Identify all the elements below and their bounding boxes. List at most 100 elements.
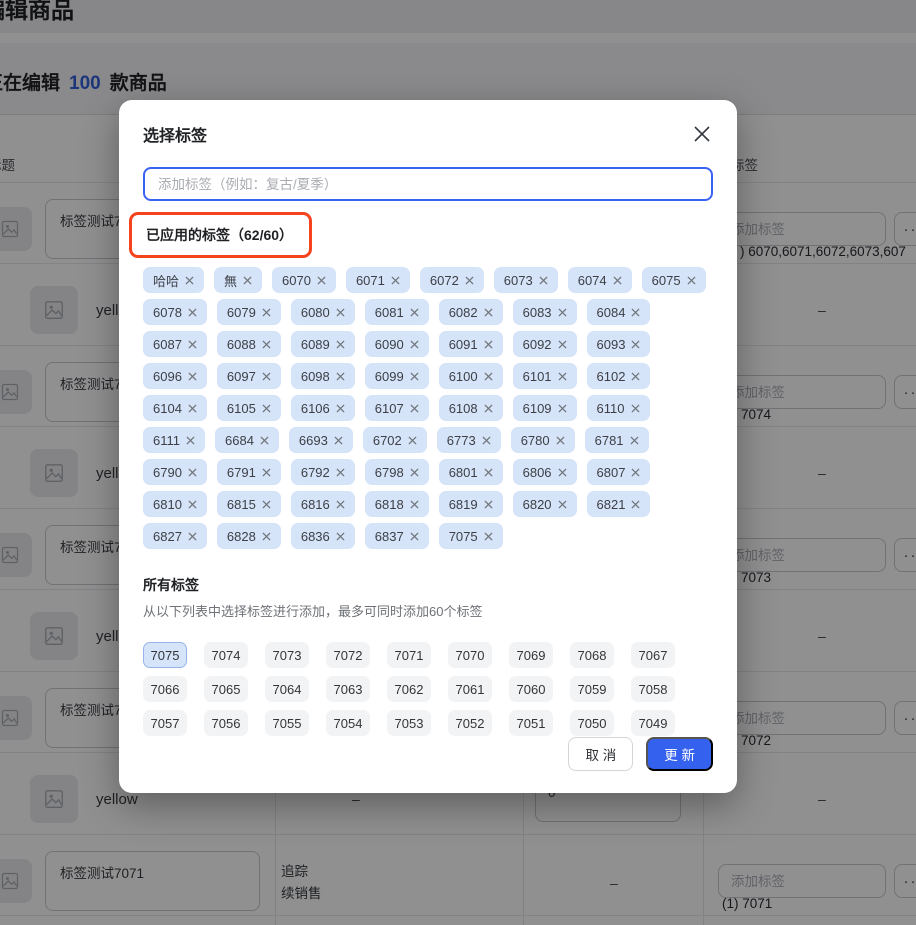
applied-tag-chip[interactable]: 6072 xyxy=(420,267,484,293)
applied-tag-chip[interactable]: 6780 xyxy=(511,427,575,453)
applied-tag-chip[interactable]: 6819 xyxy=(439,491,503,517)
all-tag-option[interactable]: 7052 xyxy=(448,710,492,736)
applied-tag-chip[interactable]: 6773 xyxy=(437,427,501,453)
applied-tag-chip[interactable]: 6684 xyxy=(215,427,279,453)
remove-tag-icon[interactable] xyxy=(631,500,640,509)
remove-tag-icon[interactable] xyxy=(410,404,419,413)
applied-tag-chip[interactable]: 6084 xyxy=(587,299,651,325)
remove-tag-icon[interactable] xyxy=(188,404,197,413)
applied-tag-chip[interactable]: 6816 xyxy=(291,491,355,517)
remove-tag-icon[interactable] xyxy=(558,340,567,349)
all-tag-option[interactable]: 7068 xyxy=(570,642,614,668)
remove-tag-icon[interactable] xyxy=(631,468,640,477)
remove-tag-icon[interactable] xyxy=(188,308,197,317)
applied-tag-chip[interactable]: 6108 xyxy=(439,395,503,421)
all-tag-option[interactable]: 7062 xyxy=(387,676,431,702)
remove-tag-icon[interactable] xyxy=(262,468,271,477)
all-tag-option[interactable]: 7074 xyxy=(204,642,248,668)
remove-tag-icon[interactable] xyxy=(188,372,197,381)
all-tag-option[interactable]: 7057 xyxy=(143,710,187,736)
applied-tag-chip[interactable]: 6073 xyxy=(494,267,558,293)
remove-tag-icon[interactable] xyxy=(558,500,567,509)
remove-tag-icon[interactable] xyxy=(410,308,419,317)
applied-tag-chip[interactable]: 6099 xyxy=(365,363,429,389)
remove-tag-icon[interactable] xyxy=(484,372,493,381)
applied-tag-chip[interactable]: 6090 xyxy=(365,331,429,357)
all-tag-option[interactable]: 7066 xyxy=(143,676,187,702)
all-tag-option[interactable]: 7049 xyxy=(631,710,675,736)
applied-tag-chip[interactable]: 6693 xyxy=(289,427,353,453)
all-tag-option[interactable]: 7075 xyxy=(143,642,187,668)
remove-tag-icon[interactable] xyxy=(336,500,345,509)
all-tag-option[interactable]: 7051 xyxy=(509,710,553,736)
tag-search-input[interactable] xyxy=(143,167,713,201)
remove-tag-icon[interactable] xyxy=(334,436,343,445)
applied-tag-chip[interactable]: 6070 xyxy=(272,267,336,293)
applied-tag-chip[interactable]: 6815 xyxy=(217,491,281,517)
remove-tag-icon[interactable] xyxy=(631,372,640,381)
applied-tag-chip[interactable]: 6109 xyxy=(513,395,577,421)
close-button[interactable] xyxy=(691,123,713,145)
applied-tag-chip[interactable]: 6806 xyxy=(513,459,577,485)
applied-tag-chip[interactable]: 6082 xyxy=(439,299,503,325)
remove-tag-icon[interactable] xyxy=(558,404,567,413)
applied-tag-chip[interactable]: 6088 xyxy=(217,331,281,357)
remove-tag-icon[interactable] xyxy=(262,500,271,509)
remove-tag-icon[interactable] xyxy=(188,500,197,509)
all-tag-option[interactable]: 7055 xyxy=(265,710,309,736)
remove-tag-icon[interactable] xyxy=(631,308,640,317)
all-tag-option[interactable]: 7056 xyxy=(204,710,248,736)
remove-tag-icon[interactable] xyxy=(408,436,417,445)
applied-tag-chip[interactable]: 6079 xyxy=(217,299,281,325)
remove-tag-icon[interactable] xyxy=(260,436,269,445)
applied-tag-chip[interactable]: 6106 xyxy=(291,395,355,421)
remove-tag-icon[interactable] xyxy=(556,436,565,445)
remove-tag-icon[interactable] xyxy=(262,532,271,541)
applied-tag-chip[interactable]: 6821 xyxy=(587,491,651,517)
all-tag-option[interactable]: 7050 xyxy=(570,710,614,736)
remove-tag-icon[interactable] xyxy=(262,340,271,349)
remove-tag-icon[interactable] xyxy=(558,468,567,477)
remove-tag-icon[interactable] xyxy=(262,308,271,317)
applied-tag-chip[interactable]: 6828 xyxy=(217,523,281,549)
remove-tag-icon[interactable] xyxy=(465,276,474,285)
applied-tag-chip[interactable]: 6097 xyxy=(217,363,281,389)
applied-tag-chip[interactable]: 無 xyxy=(214,267,262,293)
all-tag-option[interactable]: 7053 xyxy=(387,710,431,736)
applied-tag-chip[interactable]: 6080 xyxy=(291,299,355,325)
applied-tag-chip[interactable]: 6810 xyxy=(143,491,207,517)
applied-tag-chip[interactable]: 6837 xyxy=(365,523,429,549)
remove-tag-icon[interactable] xyxy=(188,532,197,541)
remove-tag-icon[interactable] xyxy=(410,500,419,509)
applied-tag-chip[interactable]: 6820 xyxy=(513,491,577,517)
cancel-button[interactable]: 取 消 xyxy=(568,737,633,771)
applied-tag-chip[interactable]: 6102 xyxy=(587,363,651,389)
remove-tag-icon[interactable] xyxy=(631,340,640,349)
applied-tag-chip[interactable]: 6781 xyxy=(585,427,649,453)
remove-tag-icon[interactable] xyxy=(631,404,640,413)
applied-tag-chip[interactable]: 6798 xyxy=(365,459,429,485)
all-tag-option[interactable]: 7064 xyxy=(265,676,309,702)
remove-tag-icon[interactable] xyxy=(539,276,548,285)
remove-tag-icon[interactable] xyxy=(484,468,493,477)
remove-tag-icon[interactable] xyxy=(558,372,567,381)
all-tag-option[interactable]: 7070 xyxy=(448,642,492,668)
remove-tag-icon[interactable] xyxy=(482,436,491,445)
remove-tag-icon[interactable] xyxy=(336,532,345,541)
applied-tag-chip[interactable]: 6092 xyxy=(513,331,577,357)
applied-tag-chip[interactable]: 6089 xyxy=(291,331,355,357)
applied-tag-chip[interactable]: 6093 xyxy=(587,331,651,357)
applied-tag-chip[interactable]: 6827 xyxy=(143,523,207,549)
remove-tag-icon[interactable] xyxy=(630,436,639,445)
applied-tag-chip[interactable]: 6702 xyxy=(363,427,427,453)
applied-tag-chip[interactable]: 6818 xyxy=(365,491,429,517)
remove-tag-icon[interactable] xyxy=(484,500,493,509)
remove-tag-icon[interactable] xyxy=(336,372,345,381)
update-button[interactable]: 更 新 xyxy=(646,737,713,771)
applied-tag-chip[interactable]: 6110 xyxy=(587,395,650,421)
all-tag-option[interactable]: 7058 xyxy=(631,676,675,702)
applied-tag-chip[interactable]: 6807 xyxy=(587,459,651,485)
remove-tag-icon[interactable] xyxy=(687,276,696,285)
all-tag-option[interactable]: 7071 xyxy=(387,642,431,668)
remove-tag-icon[interactable] xyxy=(317,276,326,285)
